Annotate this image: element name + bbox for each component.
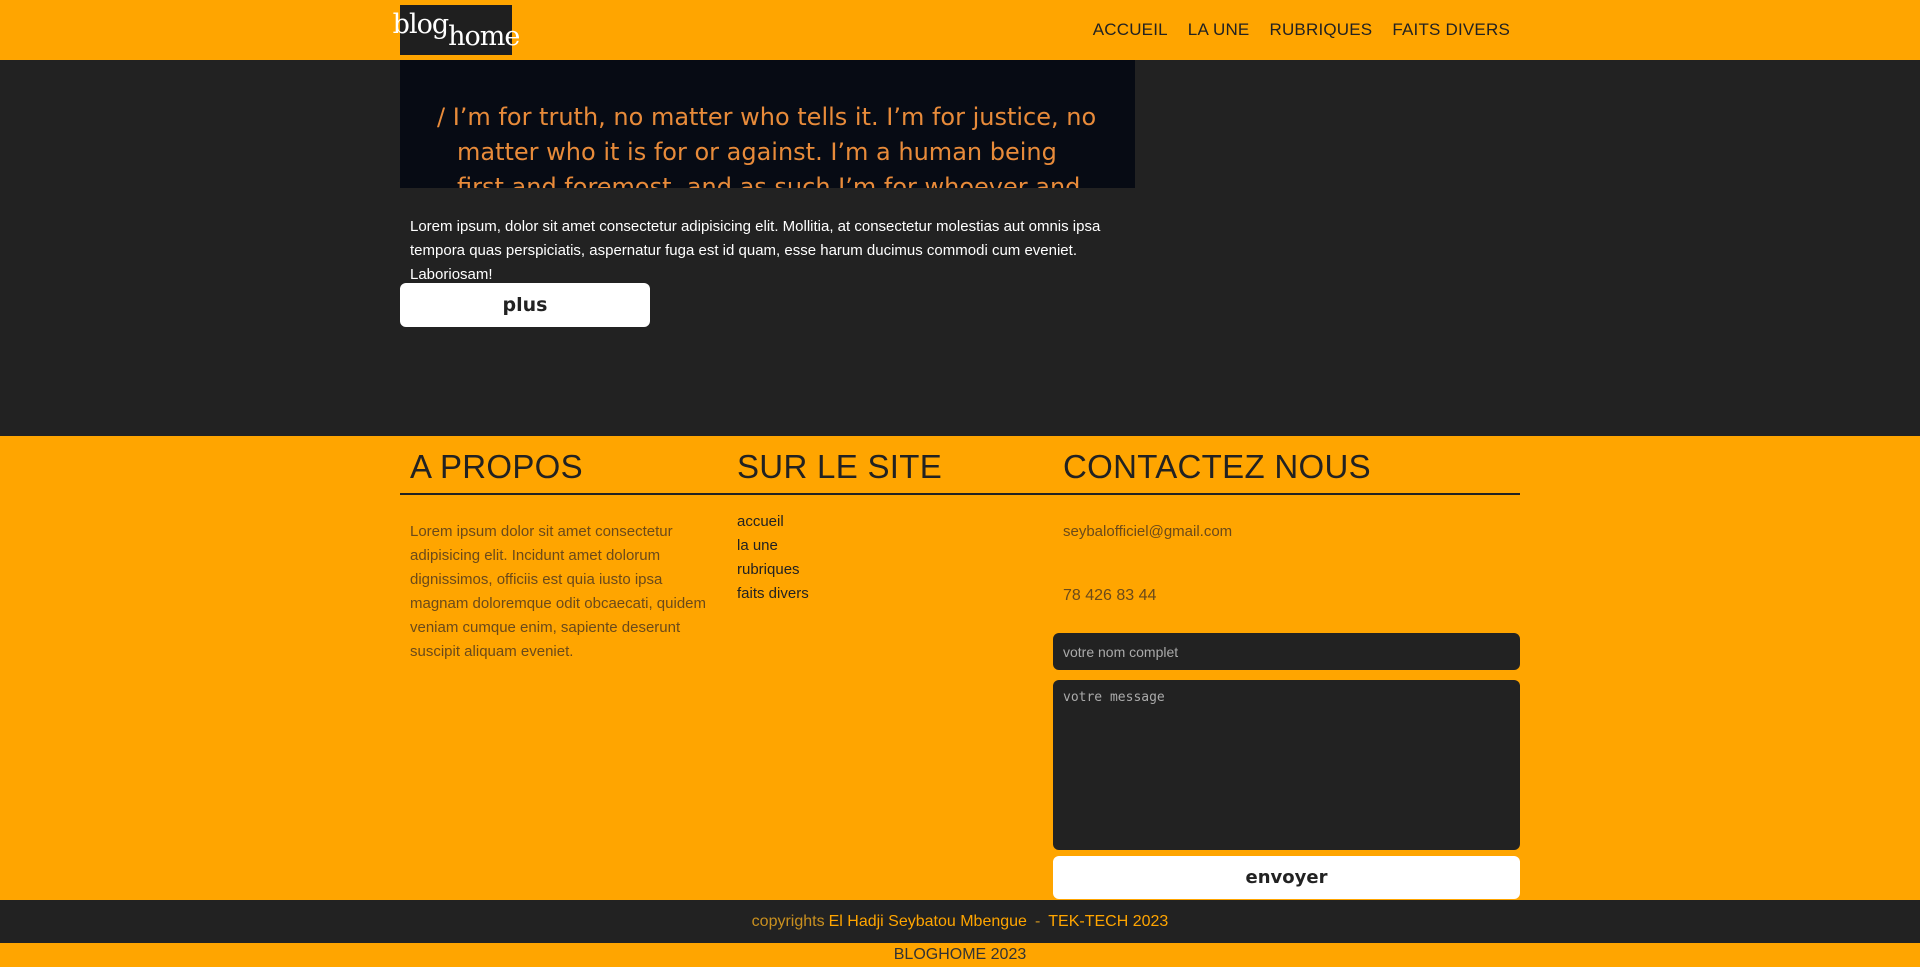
message-textarea[interactable] xyxy=(1053,680,1520,850)
hero-image: / I’m for truth, no matter who tells it.… xyxy=(400,60,1135,188)
hero-quote-line-1: / I’m for truth, no matter who tells it.… xyxy=(437,103,1097,131)
footer-link-la-une[interactable]: la une xyxy=(737,534,809,558)
contact-phone: 78 426 83 44 xyxy=(1063,587,1157,604)
more-button[interactable]: plus xyxy=(400,283,650,327)
footer-divider xyxy=(400,493,1520,495)
site-title: SUR LE SITE xyxy=(737,448,943,485)
nav-rubriques[interactable]: RUBRIQUES xyxy=(1269,20,1372,40)
footer-link-rubriques[interactable]: rubriques xyxy=(737,558,809,582)
nav-faits-divers[interactable]: FAITS DIVERS xyxy=(1392,20,1510,40)
copyright-bar: copyrights El Hadji Seybatou Mbengue - T… xyxy=(0,900,1920,943)
contact-email: seybalofficiel@gmail.com xyxy=(1063,523,1233,540)
copyright-prefix: copyrights xyxy=(751,912,825,930)
main-nav: ACCUEIL LA UNE RUBRIQUES FAITS DIVERS xyxy=(1093,0,1510,60)
article-excerpt: Lorem ipsum, dolor sit amet consectetur … xyxy=(410,218,1101,283)
copyright-separator: - xyxy=(1034,912,1041,930)
logo-text-home: home xyxy=(448,20,520,52)
copyright-author: El Hadji Seybatou Mbengue xyxy=(828,912,1027,930)
footer-section xyxy=(0,436,1920,900)
bottom-text: BLOGHOME 2023 xyxy=(893,946,1027,963)
footer-link-faits-divers[interactable]: faits divers xyxy=(737,582,809,606)
hero-quote: / I’m for truth, no matter who tells it.… xyxy=(437,100,1117,188)
hero-quote-line-2: matter who it is for or against. I’m a h… xyxy=(457,138,1057,166)
site-header: blog home ACCUEIL LA UNE RUBRIQUES FAITS … xyxy=(0,0,1920,60)
bottom-bar: BLOGHOME 2023 xyxy=(0,943,1920,967)
nav-la-une[interactable]: LA UNE xyxy=(1188,20,1250,40)
footer-link-accueil[interactable]: accueil xyxy=(737,510,809,534)
about-title: A PROPOS xyxy=(410,448,583,485)
about-text: Lorem ipsum dolor sit amet consectetur a… xyxy=(410,523,707,660)
nav-accueil[interactable]: ACCUEIL xyxy=(1093,20,1168,40)
logo-text-blog: blog xyxy=(392,8,449,40)
copyright-company: TEK-TECH 2023 xyxy=(1048,912,1169,930)
logo[interactable]: blog home xyxy=(393,5,520,55)
send-button[interactable]: envoyer xyxy=(1053,856,1520,899)
hero-quote-line-3: first and foremost, and as such I’m for … xyxy=(457,173,1081,188)
site-links: accueil la une rubriques faits divers xyxy=(737,510,809,606)
contact-title: CONTACTEZ NOUS xyxy=(1063,448,1371,485)
name-input[interactable] xyxy=(1053,633,1520,670)
